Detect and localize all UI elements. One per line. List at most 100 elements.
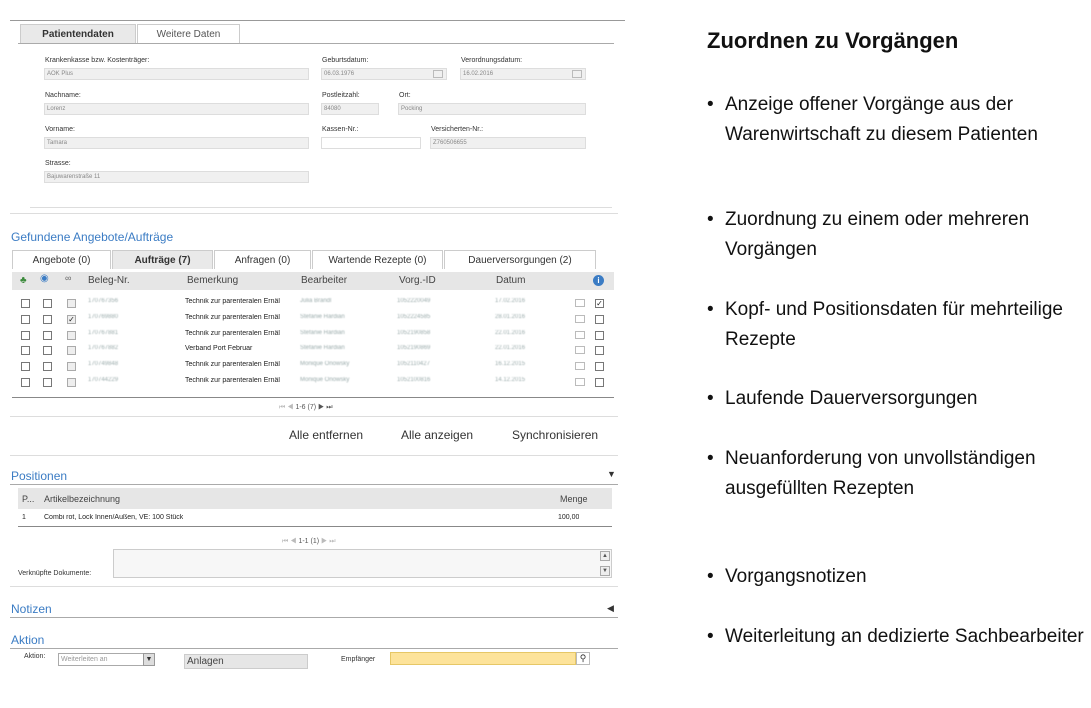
row-link-checkbox[interactable] xyxy=(67,299,76,308)
row-select-checkbox[interactable] xyxy=(21,299,30,308)
search-icon[interactable]: ⚲ xyxy=(576,652,590,665)
row-link-checkbox[interactable]: ✓ xyxy=(67,315,76,324)
page-title: Zuordnen zu Vorgängen xyxy=(707,28,959,53)
row-view-checkbox[interactable] xyxy=(43,378,52,387)
cell-bemerkung: Technik zur parenteralen Ernäl xyxy=(185,314,280,321)
col-datum[interactable]: Datum xyxy=(496,272,525,290)
bullet-dot-icon: • xyxy=(707,626,714,647)
calendar-icon[interactable] xyxy=(433,70,443,78)
cell-beleg: 170767356 xyxy=(88,298,119,304)
position-p: 1 xyxy=(22,514,26,521)
calendar-icon[interactable] xyxy=(575,331,585,339)
bullet-dot-icon: • xyxy=(707,299,714,320)
section-title-notizen[interactable]: Notizen xyxy=(11,602,52,616)
row-link-checkbox[interactable] xyxy=(67,346,76,355)
positions-pager[interactable]: ⏮ ◀ 1-1 (1) ▶ ⏭ xyxy=(282,538,336,546)
tab-wartende-rezepte[interactable]: Wartende Rezepte (0) xyxy=(312,250,443,269)
chevron-down-icon[interactable]: ▼ xyxy=(143,653,155,666)
divider xyxy=(10,617,618,618)
scroll-down-icon[interactable]: ▼ xyxy=(600,566,610,576)
row-select-checkbox[interactable] xyxy=(21,331,30,340)
col-vorg[interactable]: Vorg.-ID xyxy=(399,272,436,290)
row-view-checkbox[interactable] xyxy=(43,362,52,371)
row-link-checkbox[interactable] xyxy=(67,362,76,371)
cell-bearbeiter: Stefanie Hardian xyxy=(300,314,345,320)
feature-bullet: • Zuordnung zu einem oder mehreren Vorgän… xyxy=(707,205,1087,265)
cell-bemerkung: Technik zur parenteralen Ernäl xyxy=(185,298,280,305)
feature-bullet: • Neuanforderung von unvollständigen ausg… xyxy=(707,444,1087,504)
tab-patientendaten[interactable]: Patientendaten xyxy=(20,24,136,44)
tab-auftraege[interactable]: Aufträge (7) xyxy=(112,250,213,269)
row-link-checkbox[interactable] xyxy=(67,378,76,387)
geburt-field[interactable]: 06.03.1976 xyxy=(321,68,447,80)
cell-datum: 22.01.2016 xyxy=(495,345,526,351)
row-select-checkbox[interactable] xyxy=(21,346,30,355)
row-select-checkbox[interactable] xyxy=(21,362,30,371)
bullet-dot-icon: • xyxy=(707,448,714,469)
calendar-icon[interactable] xyxy=(575,346,585,354)
kasse-field[interactable]: AOK Plus xyxy=(44,68,309,80)
empfaenger-input[interactable] xyxy=(390,652,576,665)
row-info-checkbox[interactable] xyxy=(595,331,604,340)
calendar-icon[interactable] xyxy=(572,70,582,78)
vorname-field[interactable]: Tamara xyxy=(44,137,309,149)
label-nachname: Nachname: xyxy=(45,92,81,99)
row-select-checkbox[interactable] xyxy=(21,315,30,324)
col-bemerkung[interactable]: Bemerkung xyxy=(187,272,238,290)
col-p[interactable]: P... xyxy=(22,490,34,508)
tab-weitere-daten[interactable]: Weitere Daten xyxy=(137,24,240,44)
remove-all-button[interactable]: Alle entfernen xyxy=(289,428,363,442)
position-artikel[interactable]: Combi rot, Lock Innen/Außen, VE: 100 Stü… xyxy=(44,514,183,521)
link-icon[interactable]: ∞ xyxy=(65,273,71,283)
calendar-icon[interactable] xyxy=(575,299,585,307)
ort-field[interactable]: Pocking xyxy=(398,103,586,115)
orders-pager[interactable]: ⏮ ◀ 1-6 (7) ▶ ⏭ xyxy=(279,404,333,412)
tab-anfragen[interactable]: Anfragen (0) xyxy=(214,250,311,269)
row-view-checkbox[interactable] xyxy=(43,315,52,324)
tab-angebote[interactable]: Angebote (0) xyxy=(12,250,111,269)
row-info-checkbox[interactable] xyxy=(595,378,604,387)
collapse-left-icon[interactable]: ◀ xyxy=(607,603,614,614)
show-all-button[interactable]: Alle anzeigen xyxy=(401,428,473,442)
row-info-checkbox[interactable] xyxy=(595,346,604,355)
col-bearbeiter[interactable]: Bearbeiter xyxy=(301,272,347,290)
position-menge: 100,00 xyxy=(558,514,580,521)
row-info-checkbox[interactable]: ✓ xyxy=(595,299,604,308)
anlagen-button[interactable]: Anlagen xyxy=(184,654,308,669)
linked-documents-box[interactable] xyxy=(113,549,612,578)
kassennr-field[interactable] xyxy=(321,137,421,149)
divider xyxy=(10,648,618,649)
row-info-checkbox[interactable] xyxy=(595,315,604,324)
row-link-checkbox[interactable] xyxy=(67,331,76,340)
orders-pager-text: 1-6 (7) xyxy=(295,404,317,411)
aktion-select[interactable]: Weiterleiten an xyxy=(58,653,155,666)
col-artikel[interactable]: Artikelbezeichnung xyxy=(44,490,120,508)
verordnung-field[interactable]: 16.02.2016 xyxy=(460,68,586,80)
cell-bearbeiter: Stefanie Hardian xyxy=(300,330,345,336)
info-icon[interactable]: i xyxy=(593,275,604,286)
row-view-checkbox[interactable] xyxy=(43,346,52,355)
scroll-up-icon[interactable]: ▲ xyxy=(600,551,610,561)
row-info-checkbox[interactable] xyxy=(595,362,604,371)
strasse-field[interactable]: Bajuwarenstraße 11 xyxy=(44,171,309,183)
eye-icon[interactable]: ◉ xyxy=(40,273,49,284)
row-view-checkbox[interactable] xyxy=(43,299,52,308)
plz-field[interactable]: 84080 xyxy=(321,103,379,115)
cell-datum: 16.12.2015 xyxy=(495,361,526,367)
col-beleg[interactable]: Beleg-Nr. xyxy=(88,272,130,290)
divider xyxy=(10,455,618,456)
calendar-icon[interactable] xyxy=(575,362,585,370)
tab-dauerversorgungen[interactable]: Dauerversorgungen (2) xyxy=(444,250,596,269)
calendar-icon[interactable] xyxy=(575,378,585,386)
assign-icon[interactable]: ♣ xyxy=(20,275,27,286)
nachname-field[interactable]: Lorenz xyxy=(44,103,309,115)
collapse-down-icon[interactable]: ▼ xyxy=(607,469,616,479)
row-view-checkbox[interactable] xyxy=(43,331,52,340)
col-menge[interactable]: Menge xyxy=(560,490,588,508)
row-select-checkbox[interactable] xyxy=(21,378,30,387)
synchronize-button[interactable]: Synchronisieren xyxy=(512,428,598,442)
cell-bemerkung: Technik zur parenteralen Ernäl xyxy=(185,330,280,337)
calendar-icon[interactable] xyxy=(575,315,585,323)
section-title-positionen[interactable]: Positionen xyxy=(11,469,67,483)
versnr-field[interactable]: Z760506655 xyxy=(430,137,586,149)
